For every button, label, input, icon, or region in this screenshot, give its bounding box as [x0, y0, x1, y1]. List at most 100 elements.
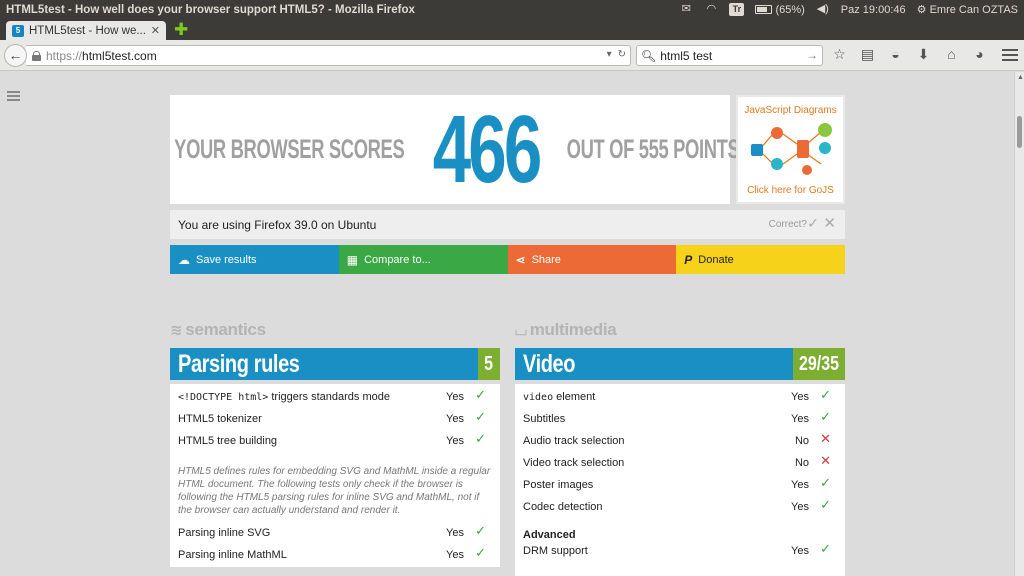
wifi-icon[interactable]: ◠: [704, 3, 718, 16]
test-row: Subtitles Yes ✓: [523, 409, 837, 435]
back-button[interactable]: ←: [4, 44, 27, 67]
pass-check-icon: ✓: [820, 409, 831, 424]
battery-indicator[interactable]: (65%): [755, 3, 805, 16]
test-result: Yes: [446, 391, 464, 403]
paypal-icon: P: [684, 252, 693, 267]
semantics-section-heading: ≋ semantics: [170, 320, 266, 340]
correct-label: Correct?: [768, 219, 807, 230]
test-row: HTML5 tree building Yes ✓: [178, 432, 492, 457]
share-label: Share: [531, 253, 561, 266]
test-label: Parsing inline SVG: [178, 527, 271, 539]
compare-button[interactable]: ▦ Compare to...: [338, 245, 508, 274]
session-menu[interactable]: ⚙ Emre Can OZTAS: [917, 3, 1018, 16]
test-label: Subtitles: [523, 413, 566, 425]
test-label: video element: [523, 391, 595, 404]
pocket-icon[interactable]: ◒: [886, 46, 905, 63]
browser-tab-active[interactable]: 5 HTML5test - How we... ✕: [6, 21, 166, 40]
test-result: Yes: [446, 435, 464, 447]
share-button[interactable]: ⋖ Share: [507, 245, 677, 274]
donate-button[interactable]: P Donate: [676, 245, 845, 274]
search-bar[interactable]: 🔍︎ html5 test →: [636, 45, 823, 66]
test-label: <!DOCTYPE html> triggers standards mode: [178, 391, 390, 404]
page-scrollbar[interactable]: ▲: [1014, 72, 1024, 576]
search-go-icon[interactable]: →: [806, 48, 818, 62]
scroll-up-icon[interactable]: ▲: [1017, 74, 1024, 81]
ad-title: JavaScript Diagrams: [744, 105, 837, 116]
browser-detection-message: You are using Firefox 39.0 on Ubuntu: [178, 217, 377, 232]
site-menu-icon[interactable]: [7, 89, 20, 103]
url-bar[interactable]: https://html5test.com ▾ ↻: [26, 45, 631, 66]
test-row: Codec detection Yes ✓: [523, 497, 837, 523]
test-result: Yes: [446, 549, 464, 561]
clock[interactable]: Paz 19:00:46: [841, 4, 906, 16]
test-row: DRM support Yes ✓: [523, 541, 837, 567]
url-host: html5test.com: [82, 48, 157, 63]
volume-icon[interactable]: ◀): [816, 3, 830, 16]
test-label: DRM support: [523, 545, 588, 557]
url-protocol: https://: [46, 48, 83, 63]
reject-close-icon[interactable]: ✕: [823, 214, 836, 232]
reload-icon[interactable]: ↻: [618, 49, 626, 60]
test-result: Yes: [791, 501, 809, 513]
new-tab-button[interactable]: ✚: [174, 21, 188, 38]
donate-label: Donate: [698, 253, 734, 266]
parsing-rules-score: 5: [478, 348, 500, 380]
compare-label: Compare to...: [364, 253, 431, 266]
test-label-text: element: [553, 391, 596, 403]
pass-check-icon: ✓: [820, 497, 831, 512]
save-results-button[interactable]: ☁ Save results: [170, 245, 339, 274]
pass-check-icon: ✓: [820, 387, 831, 402]
test-result: Yes: [791, 413, 809, 425]
html5-favicon-icon: 5: [12, 24, 24, 37]
score-banner: YOUR BROWSER SCORES 466 OUT OF 555 POINT…: [170, 95, 740, 204]
test-label: Audio track selection: [523, 435, 625, 447]
page-content: YOUR BROWSER SCORES 466 OUT OF 555 POINT…: [0, 72, 1014, 576]
lock-icon[interactable]: [32, 50, 41, 61]
search-icon: 🔍︎: [641, 48, 657, 63]
multimedia-heading-text: multimedia: [529, 320, 617, 339]
save-results-label: Save results: [196, 253, 257, 266]
bookmark-star-icon[interactable]: ☆: [830, 46, 849, 63]
ad-link[interactable]: Click here for GoJS: [738, 185, 843, 196]
back-arrow-icon: ←: [8, 47, 23, 63]
video-panel: video element Yes ✓ Subtitles Yes ✓ Audio trac…: [515, 384, 845, 576]
test-row: HTML5 tokenizer Yes ✓: [178, 409, 492, 435]
score-right-text: OUT OF 555 POINTS: [566, 134, 740, 164]
parsing-rules-category-bar: Parsing rules 5: [170, 348, 500, 380]
scrollbar-thumb[interactable]: [1017, 116, 1022, 148]
browser-detection-bar: You are using Firefox 39.0 on Ubuntu Cor…: [170, 210, 845, 239]
keyboard-layout-indicator[interactable]: Tr: [729, 3, 745, 16]
test-result: Yes: [791, 479, 809, 491]
test-row: Parsing inline SVG Yes ✓: [178, 524, 492, 549]
test-result: No: [794, 457, 809, 469]
confirm-check-icon[interactable]: ✓: [807, 215, 819, 232]
fail-cross-icon: ✕: [820, 453, 831, 468]
url-bar-controls: ▾ ↻: [607, 49, 626, 60]
diagram-illustration-icon: [750, 123, 832, 175]
open-menu-button[interactable]: [1002, 46, 1018, 64]
reading-list-icon[interactable]: ▤: [858, 46, 877, 63]
home-icon[interactable]: ⌂: [942, 46, 961, 63]
battery-icon: [755, 5, 773, 15]
test-label: Codec detection: [523, 501, 603, 513]
pass-check-icon: ✓: [820, 541, 831, 556]
parsing-rules-panel: <!DOCTYPE html> triggers standards mode Y…: [170, 384, 500, 567]
close-tab-icon[interactable]: ✕: [151, 24, 160, 37]
system-tray: ✉ ◠ Tr (65%) ◀) Paz 19:00:46 ⚙ Emre Can …: [679, 3, 1018, 16]
battery-percent: (65%): [775, 3, 805, 16]
mail-indicator-icon[interactable]: ✉: [679, 3, 693, 16]
test-row: Audio track selection No ✕: [523, 432, 837, 457]
gear-icon: ⚙: [916, 4, 927, 16]
downloads-icon[interactable]: ⬇: [914, 46, 933, 63]
history-dropdown-icon[interactable]: ▾: [607, 49, 612, 60]
test-label-text: triggers standards mode: [268, 391, 390, 403]
search-input[interactable]: html5 test: [660, 49, 712, 63]
chat-icon[interactable]: ◕: [970, 46, 989, 63]
code-snippet: <!DOCTYPE html>: [178, 392, 269, 403]
test-label: HTML5 tree building: [178, 435, 278, 447]
parsing-rules-note: HTML5 defines rules for embedding SVG an…: [178, 466, 491, 516]
user-name: Emre Can OZTAS: [929, 4, 1018, 16]
gojs-advertisement[interactable]: JavaScript Diagrams Click here for GoJS: [736, 95, 845, 204]
pass-check-icon: ✓: [475, 409, 486, 424]
test-row: Parsing inline MathML Yes ✓: [178, 546, 492, 571]
